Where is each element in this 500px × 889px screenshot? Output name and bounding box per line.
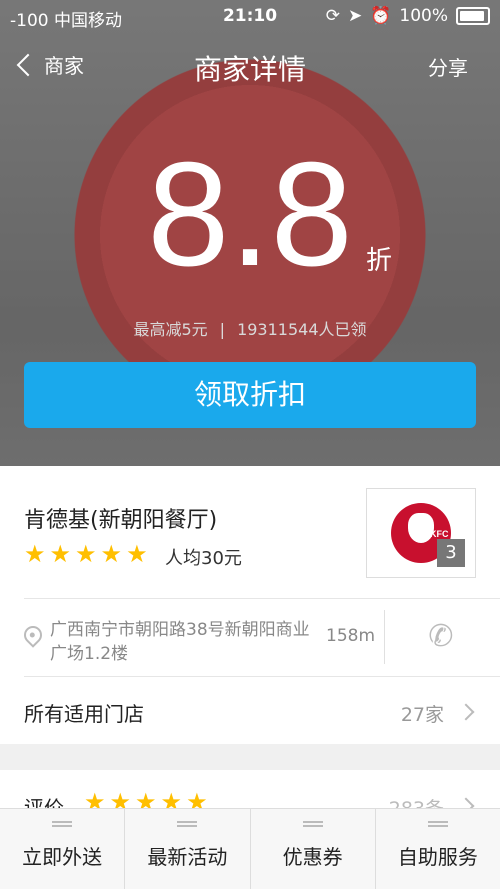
tab-delivery[interactable]: 立即外送 — [0, 809, 126, 889]
discount-display: 8.8 折 — [0, 140, 500, 290]
stores-label: 所有适用门店 — [24, 702, 144, 726]
vertical-divider — [384, 610, 385, 664]
location-pin-icon — [20, 622, 46, 648]
shop-rating: ★ ★ ★ ★ ★ — [24, 540, 148, 568]
logo-text: KFC — [430, 529, 449, 539]
photo-count-badge: 3 — [437, 539, 465, 567]
star-icon: ★ — [100, 540, 123, 568]
star-icon: ★ — [126, 540, 148, 568]
discount-unit: 折 — [366, 246, 393, 276]
menu-handle-icon — [302, 821, 323, 827]
alarm-icon: ⏰ — [370, 6, 392, 26]
menu-handle-icon — [177, 821, 198, 827]
tab-label: 立即外送 — [22, 845, 103, 869]
stores-count: 27家 — [400, 704, 444, 726]
shop-distance: 158m — [326, 626, 376, 646]
tab-label: 最新活动 — [147, 845, 228, 869]
phone-icon[interactable]: ✆ — [424, 620, 458, 654]
avg-price: 人均30元 — [165, 548, 242, 569]
claimed-count: 19311544人已领 — [237, 320, 367, 339]
location-icon: ➤ — [347, 6, 363, 26]
battery-percent: 100% — [399, 6, 448, 26]
max-save-text: 最高减5元 — [133, 320, 208, 339]
status-right: ⟳ ➤ ⏰ 100% — [326, 6, 490, 26]
lock-rotation-icon: ⟳ — [325, 6, 340, 26]
star-icon: ★ — [49, 540, 72, 568]
address-row[interactable]: 广西南宁市朝阳路38号新朝阳商业广场1.2楼 158m ✆ — [0, 600, 500, 676]
claim-discount-button[interactable]: 领取折扣 — [24, 362, 476, 428]
shop-photo[interactable]: KFC 3 — [366, 488, 476, 578]
star-icon: ★ — [75, 540, 97, 568]
menu-handle-icon — [427, 821, 448, 827]
battery-icon — [456, 7, 490, 25]
shop-address: 广西南宁市朝阳路38号新朝阳商业广场1.2楼 — [50, 620, 310, 664]
bottom-tab-bar: 立即外送 最新活动 优惠券 自助服务 — [0, 808, 500, 889]
divider — [24, 598, 500, 599]
all-stores-row[interactable]: 所有适用门店 27家 — [0, 678, 500, 744]
separator: | — [219, 320, 226, 339]
share-button[interactable]: 分享 — [428, 52, 468, 81]
tab-coupons[interactable]: 优惠券 — [251, 809, 376, 889]
divider — [24, 676, 500, 677]
nav-bar: 商家 商家详情 分享 — [0, 42, 500, 92]
menu-handle-icon — [52, 821, 73, 827]
discount-value: 8.8 — [147, 132, 353, 297]
tab-self-service[interactable]: 自助服务 — [376, 809, 500, 889]
status-bar: -100 中国移动 21:10 ⟳ ➤ ⏰ 100% — [0, 0, 500, 32]
offer-subtitle: 最高减5元 | 19311544人已领 — [0, 316, 500, 340]
shop-name: 肯德基(新朝阳餐厅) — [24, 508, 218, 533]
page-title: 商家详情 — [193, 53, 306, 86]
chevron-right-icon — [457, 703, 475, 721]
tab-label: 优惠券 — [282, 845, 343, 869]
shop-card: 肯德基(新朝阳餐厅) ★ ★ ★ ★ ★ 人均30元 KFC 3 广西南宁市朝阳路38号… — [0, 466, 500, 744]
tab-label: 自助服务 — [397, 845, 478, 869]
tab-activities[interactable]: 最新活动 — [125, 809, 251, 889]
star-icon: ★ — [24, 540, 46, 568]
